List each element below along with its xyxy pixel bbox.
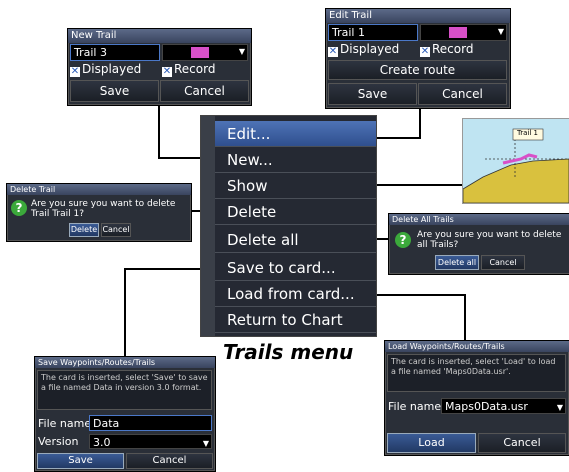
dialog-title: Delete Trail bbox=[7, 184, 191, 195]
record-checkbox[interactable]: ✕ Record bbox=[420, 42, 473, 57]
chart-preview-map bbox=[463, 119, 569, 203]
question-icon: ? bbox=[395, 232, 411, 248]
delete-all-button[interactable]: Delete all bbox=[435, 255, 479, 270]
delete-trail-dialog: Delete Trail ? Are you sure you want to … bbox=[6, 183, 192, 242]
chevron-down-icon: ▼ bbox=[497, 27, 504, 36]
file-name-label: File name bbox=[388, 400, 442, 413]
chevron-down-icon: ▼ bbox=[202, 439, 209, 448]
version-value: 3.0 bbox=[93, 436, 111, 449]
file-name-input[interactable]: Data bbox=[89, 415, 212, 431]
save-button[interactable]: Save bbox=[328, 83, 417, 105]
load-waypoints-dialog: Load Waypoints/Routes/Trails The card is… bbox=[384, 340, 569, 456]
create-route-button[interactable]: Create route bbox=[328, 60, 507, 80]
connector-load bbox=[464, 294, 466, 340]
dialog-title: Delete All Trails bbox=[389, 214, 569, 225]
save-button[interactable]: Save bbox=[37, 453, 124, 469]
menu-item-show[interactable]: Show bbox=[215, 173, 376, 199]
dialog-title: Save Waypoints/Routes/Trails bbox=[35, 357, 215, 368]
menu-side-strip bbox=[201, 116, 215, 336]
chevron-down-icon: ▼ bbox=[556, 403, 563, 412]
connector-save bbox=[124, 268, 126, 356]
displayed-label: Displayed bbox=[82, 62, 142, 76]
menu-item-delete-all[interactable]: Delete all bbox=[215, 227, 376, 253]
chevron-down-icon: ▼ bbox=[238, 47, 245, 56]
menu-item-new[interactable]: New... bbox=[215, 147, 376, 173]
trail-name-input[interactable]: Trail 3 bbox=[70, 44, 160, 61]
checkbox-icon: ✕ bbox=[420, 46, 430, 57]
cancel-button[interactable]: Cancel bbox=[126, 453, 213, 469]
displayed-checkbox[interactable]: ✕ Displayed bbox=[328, 42, 399, 57]
connector-edit bbox=[419, 107, 421, 139]
cancel-button[interactable]: Cancel bbox=[481, 255, 525, 270]
record-checkbox[interactable]: ✕ Record bbox=[162, 62, 215, 77]
delete-button[interactable]: Delete bbox=[69, 223, 99, 237]
trail-color-select[interactable]: ▼ bbox=[162, 44, 248, 61]
dialog-title: Load Waypoints/Routes/Trails bbox=[385, 341, 569, 352]
color-swatch bbox=[191, 47, 209, 58]
dialog-title: New Trail bbox=[68, 29, 251, 43]
trail-name-input[interactable]: Trail 1 bbox=[328, 24, 418, 41]
file-name-select[interactable]: Maps0Data.usr ▼ bbox=[441, 398, 566, 414]
cancel-button[interactable]: Cancel bbox=[101, 223, 131, 237]
save-info-text: The card is inserted, select 'Save' to s… bbox=[37, 370, 212, 410]
connector-load bbox=[364, 294, 466, 296]
trails-menu: Edit... New... Show Delete Delete all Sa… bbox=[200, 115, 377, 337]
delete-trail-message: Are you sure you want to delete Trail Tr… bbox=[31, 199, 176, 219]
menu-item-edit[interactable]: Edit... bbox=[215, 121, 376, 147]
new-trail-dialog: New Trail Trail 3 ▼ ✕ Displayed ✕ Record S… bbox=[67, 28, 252, 106]
cancel-button[interactable]: Cancel bbox=[478, 433, 566, 453]
delete-all-message: Are you sure you want to delete all Trai… bbox=[417, 230, 562, 250]
edit-trail-dialog: Edit Trail Trail 1 ▼ ✕ Displayed ✕ Record … bbox=[325, 8, 511, 109]
save-waypoints-dialog: Save Waypoints/Routes/Trails The card is… bbox=[34, 356, 216, 472]
load-info-text: The card is inserted, select 'Load' to l… bbox=[387, 354, 566, 392]
file-name-label: File name bbox=[38, 417, 92, 430]
record-label: Record bbox=[174, 62, 216, 76]
cancel-button[interactable]: Cancel bbox=[418, 83, 507, 105]
menu-item-save-to-card[interactable]: Save to card... bbox=[215, 255, 376, 281]
version-select[interactable]: 3.0 ▼ bbox=[89, 434, 212, 449]
connector-new bbox=[158, 104, 160, 159]
color-swatch bbox=[449, 27, 467, 38]
load-button[interactable]: Load bbox=[387, 433, 476, 453]
record-label: Record bbox=[432, 42, 474, 56]
trails-menu-caption: Trails menu bbox=[223, 340, 354, 364]
delete-all-trails-dialog: Delete All Trails ? Are you sure you wan… bbox=[388, 213, 569, 275]
menu-item-return-to-chart[interactable]: Return to Chart bbox=[215, 307, 376, 333]
menu-item-load-from-card[interactable]: Load from card... bbox=[215, 281, 376, 307]
trail-map-label: Trail 1 bbox=[517, 129, 538, 137]
displayed-label: Displayed bbox=[340, 42, 400, 56]
checkbox-icon: ✕ bbox=[328, 46, 338, 57]
question-icon: ? bbox=[11, 200, 27, 216]
chart-preview: Trail 1 bbox=[462, 118, 569, 204]
checkbox-icon: ✕ bbox=[70, 66, 80, 77]
dialog-title: Edit Trail bbox=[326, 9, 510, 23]
cancel-button[interactable]: Cancel bbox=[160, 80, 249, 102]
displayed-checkbox[interactable]: ✕ Displayed bbox=[70, 62, 141, 77]
checkbox-icon: ✕ bbox=[162, 66, 172, 77]
version-label: Version bbox=[38, 435, 79, 448]
save-button[interactable]: Save bbox=[70, 80, 159, 102]
trail-color-select[interactable]: ▼ bbox=[420, 24, 507, 41]
file-name-value: Maps0Data.usr bbox=[445, 400, 528, 413]
menu-item-delete[interactable]: Delete bbox=[215, 199, 376, 225]
